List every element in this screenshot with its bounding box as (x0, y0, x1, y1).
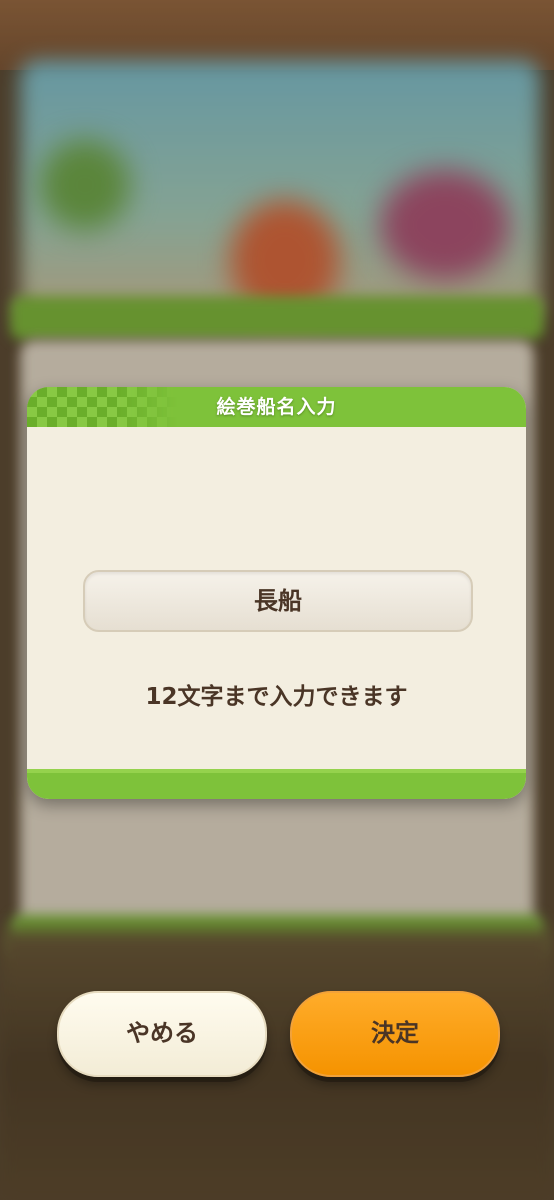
ship-name-input[interactable]: 長船 (83, 570, 473, 632)
dialog-header: 絵巻船名入力 (27, 387, 526, 427)
dialog-footer (27, 769, 526, 799)
character-limit-hint: 12文字まで入力できます (145, 684, 408, 710)
ship-name-dialog: 絵巻船名入力 長船 12文字まで入力できます (27, 387, 526, 799)
cancel-button[interactable]: やめる (57, 991, 267, 1077)
dialog-title: 絵巻船名入力 (216, 396, 337, 418)
confirm-button[interactable]: 決定 (290, 991, 500, 1077)
